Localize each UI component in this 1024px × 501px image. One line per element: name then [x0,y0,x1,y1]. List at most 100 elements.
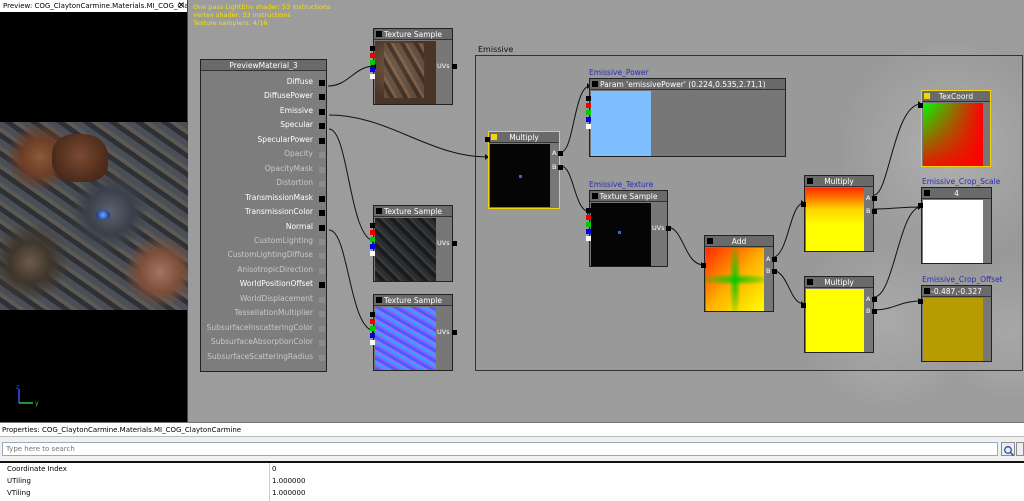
material-input-pin[interactable] [319,296,325,303]
pin-rgb[interactable] [370,223,375,228]
pin-r[interactable] [370,319,375,324]
multiply-main-node[interactable]: Multiply A B [485,131,563,209]
crop-scale-node[interactable]: 4 [918,187,992,264]
output-pin[interactable] [801,202,806,207]
preview-material-node[interactable]: PreviewMaterial_3 Diffuse DiffusePower Emi… [200,59,327,372]
property-row[interactable]: VTiling 1.000000 [0,487,1024,499]
pin-g[interactable] [370,60,375,65]
input-pin-a[interactable] [558,151,563,156]
pin-a[interactable] [586,124,591,129]
pin-r[interactable] [370,53,375,58]
pin-r[interactable] [370,230,375,235]
crop-scale-swatch [923,200,983,263]
input-pin-b[interactable] [872,309,877,314]
pin-a[interactable] [370,340,375,345]
properties-table: Coordinate Index 0 UTiling 1.000000 VTil… [0,461,1024,501]
texcoord-node[interactable]: TexCoord [918,90,991,167]
output-pin[interactable] [701,263,706,268]
pin-g[interactable] [586,222,591,227]
pin-g[interactable] [370,326,375,331]
material-input-pin[interactable] [319,80,325,86]
uv-pin[interactable] [452,241,457,246]
node-title-text: TexCoord [938,92,974,101]
property-value[interactable]: 0 [272,463,276,475]
material-input-pin[interactable] [319,224,325,231]
material-graph-canvas[interactable]: One pass LightEnv shader: 53 instruction… [189,0,1024,422]
input-pin-b[interactable] [872,209,877,214]
material-input-pin[interactable] [319,311,325,318]
pin-g[interactable] [370,237,375,242]
clear-search-button[interactable] [1016,442,1024,456]
material-input-pin[interactable] [319,340,325,347]
search-button[interactable] [1001,442,1015,457]
pin-b[interactable] [586,229,591,234]
pin-b[interactable] [370,67,375,72]
material-input-pin[interactable] [319,267,325,274]
output-pin[interactable] [801,303,806,308]
material-input-label: SubsurfaceInscatteringColor [206,322,313,332]
pin-b[interactable] [370,244,375,249]
material-input-pin[interactable] [319,195,325,202]
multiply-top-node[interactable]: Multiply A B [801,175,877,252]
pin-rgb[interactable] [586,96,591,101]
material-input-label: WorldPositionOffset [239,279,313,289]
pin-a[interactable] [370,251,375,256]
material-input-pin[interactable] [319,166,325,173]
emissive-texture-node[interactable]: Texture Sample UVs [586,190,671,267]
pin-a[interactable] [370,74,375,79]
output-pin[interactable] [918,203,923,208]
material-input-pin[interactable] [319,152,325,159]
material-input-pin[interactable] [319,282,325,289]
texture-sample-specular-node[interactable]: Texture Sample UVs [370,205,457,282]
pin-a[interactable] [586,236,591,241]
emissive-power-node[interactable]: Param 'emissivePower' (0.224,0.535,2.71,… [586,78,786,157]
input-pin-b[interactable] [772,269,777,274]
material-editor: Preview: COG_ClaytonCarmine.Materials.MI… [0,0,1024,501]
material-input-pin[interactable] [319,325,325,332]
output-pin[interactable] [918,299,923,304]
node-header-marker [592,193,598,199]
pin-r[interactable] [586,103,591,108]
texture-sample-diffuse-node[interactable]: Texture Sample UVs [370,28,457,105]
close-icon[interactable]: ✕ [177,0,185,12]
input-pin-a[interactable] [872,196,877,201]
preview-viewport[interactable]: Preview: COG_ClaytonCarmine.Materials.MI… [0,0,188,422]
pin-r[interactable] [586,215,591,220]
uv-pin[interactable] [452,330,457,335]
material-input-pin[interactable] [319,238,325,245]
node-title-text: Texture Sample [384,296,442,305]
pin-rgb[interactable] [370,312,375,317]
material-input-pin[interactable] [319,123,325,130]
material-input-pin[interactable] [319,137,325,144]
output-pin[interactable] [918,103,923,108]
pin-rgb[interactable] [586,208,591,213]
add-node[interactable]: Add A B [701,235,777,312]
material-input-pin[interactable] [319,108,325,115]
property-row[interactable]: UTiling 1.000000 [0,475,1024,487]
property-row[interactable]: Coordinate Index 0 [0,463,1024,475]
uv-pin[interactable] [452,64,457,69]
multiply-bottom-node[interactable]: Multiply A B [801,276,877,353]
node-title-text: Multiply [824,177,854,186]
output-pin[interactable] [485,137,490,142]
material-input-pin[interactable] [319,354,325,361]
property-value[interactable]: 1.000000 [272,487,305,499]
pin-rgb[interactable] [370,46,375,51]
material-input-pin[interactable] [319,181,325,188]
property-value[interactable]: 1.000000 [272,475,305,487]
pin-g[interactable] [586,110,591,115]
input-pin-a[interactable] [872,297,877,302]
pin-b[interactable] [586,117,591,122]
material-input-pin[interactable] [319,94,325,101]
material-input-pin[interactable] [319,253,325,260]
pin-b[interactable] [370,333,375,338]
node-title-text: Multiply [509,133,539,142]
input-pin-a[interactable] [772,257,777,262]
stat-line: One pass LightEnv shader: 53 instruction… [193,3,331,11]
crop-offset-node[interactable]: -0.487,-0.327 [918,285,992,362]
uv-pin[interactable] [666,226,671,231]
texture-sample-normal-node[interactable]: Texture Sample UVs [370,294,457,371]
input-pin-b[interactable] [558,165,563,170]
search-input[interactable] [2,442,998,456]
material-input-pin[interactable] [319,210,325,217]
